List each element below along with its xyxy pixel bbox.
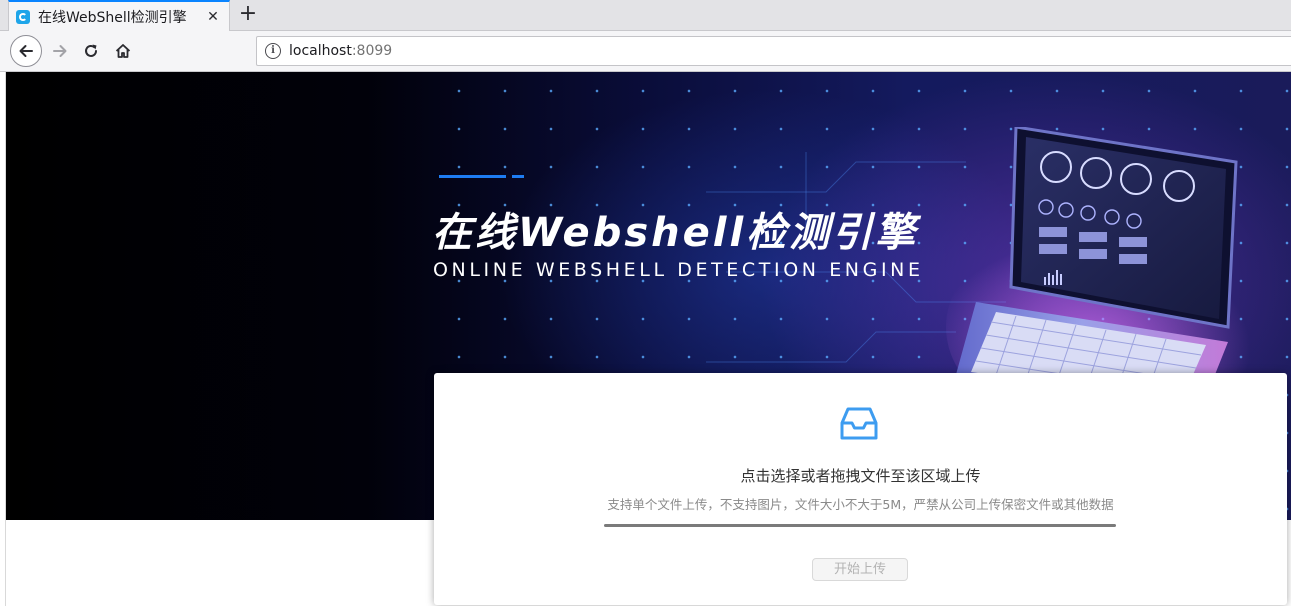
home-icon <box>115 44 131 58</box>
url-port: :8099 <box>351 43 393 59</box>
title-accent-dot <box>512 175 524 178</box>
back-arrow-icon <box>19 45 33 57</box>
close-tab-icon[interactable]: ✕ <box>205 9 221 25</box>
upload-hint: 支持单个文件上传，不支持图片，文件大小不大于5M，严禁从公司上传保密文件或其他数… <box>607 497 1114 512</box>
reload-button[interactable] <box>76 36 106 66</box>
new-tab-button[interactable]: + <box>236 3 260 27</box>
forward-arrow-icon <box>53 45 67 57</box>
upload-progress-fill <box>604 524 1116 527</box>
browser-tab[interactable]: 在线WebShell检测引擎 ✕ <box>8 0 230 31</box>
inbox-icon[interactable] <box>839 403 879 443</box>
site-favicon-icon <box>16 9 30 24</box>
hero-subtitle: ONLINE WEBSHELL DETECTION ENGINE <box>433 259 924 281</box>
home-button[interactable] <box>108 36 138 66</box>
reload-icon <box>85 44 97 57</box>
browser-nav-bar: i localhost :8099 <box>0 31 1291 72</box>
upload-instruction: 点击选择或者拖拽文件至该区域上传 <box>740 467 981 485</box>
page-content: 在线Webshell检测引擎 ONLINE WEBSHELL DETECTION… <box>5 72 1291 606</box>
address-bar[interactable]: i localhost :8099 <box>256 36 1291 66</box>
tab-title: 在线WebShell检测引擎 <box>38 9 187 26</box>
hero-title: 在线Webshell检测引擎 <box>432 210 919 256</box>
forward-button[interactable] <box>45 36 75 66</box>
upload-progress-bar <box>604 524 1116 527</box>
upload-dropzone[interactable]: 点击选择或者拖拽文件至该区域上传 支持单个文件上传，不支持图片，文件大小不大于5… <box>434 373 1287 605</box>
title-accent-bar <box>439 175 506 178</box>
url-host: localhost <box>289 43 352 59</box>
site-info-icon[interactable]: i <box>265 43 281 59</box>
browser-tab-bar: 在线WebShell检测引擎 ✕ + <box>0 0 1291 31</box>
back-button[interactable] <box>10 35 42 67</box>
start-upload-button[interactable]: 开始上传 <box>812 558 908 581</box>
